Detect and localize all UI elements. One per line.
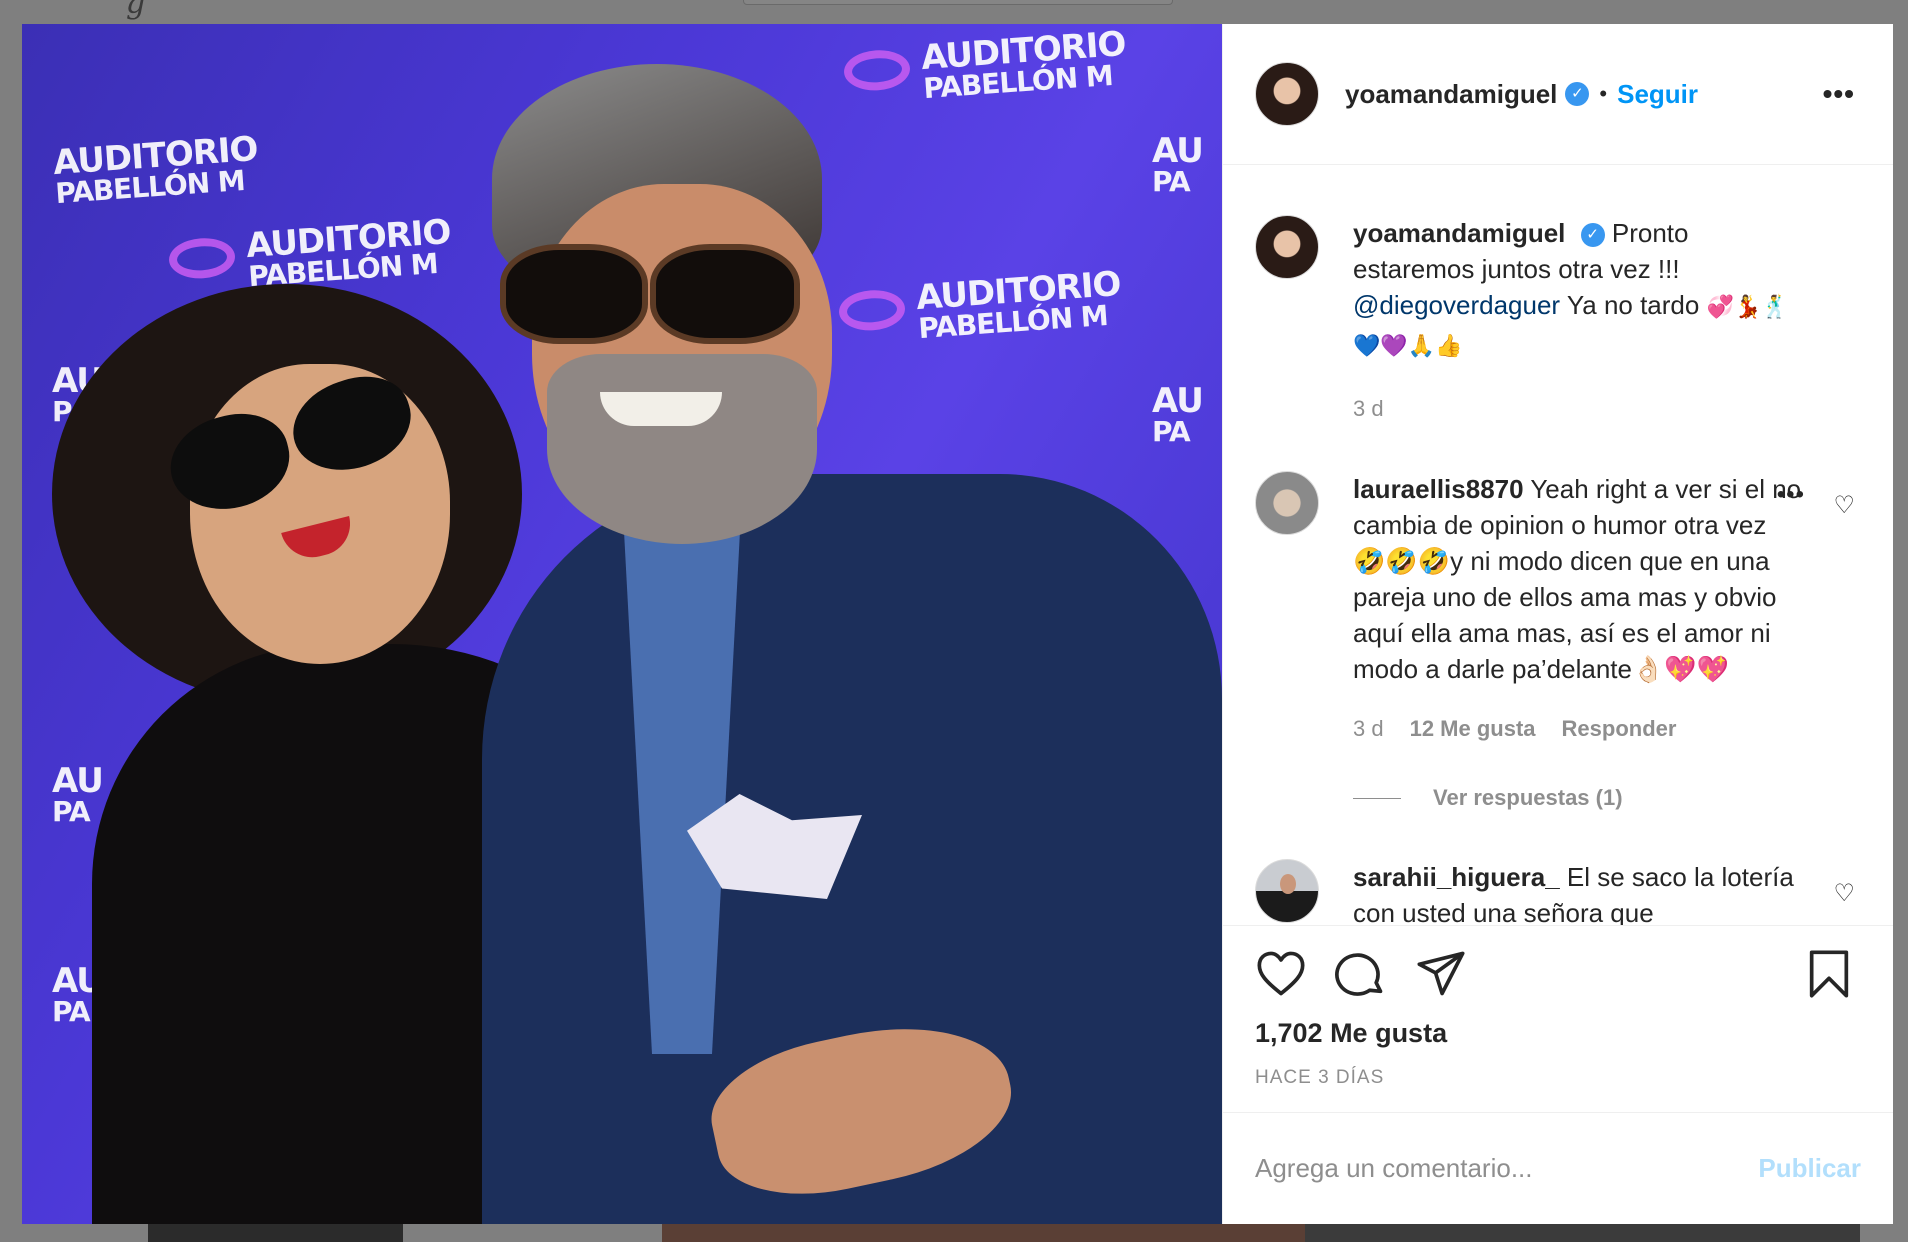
background-thumbnail	[1305, 1224, 1860, 1242]
backdrop-logo: AUDITORIO PABELLÓN M	[837, 264, 1123, 345]
view-replies-button[interactable]: Ver respuestas (1)	[1353, 785, 1855, 811]
post-header: yoamandamiguel ✓ • Seguir •••	[1223, 24, 1893, 165]
background-logo-fragment: g	[126, 0, 146, 21]
verified-badge-icon: ✓	[1580, 223, 1605, 248]
comment-likes[interactable]: 12 Me gusta	[1410, 711, 1536, 747]
backdrop-logo: AUDITORIO PABELLÓN M	[167, 212, 453, 293]
comment-bubble-icon[interactable]	[1335, 948, 1387, 1000]
comment-age[interactable]: 3 d	[1353, 711, 1384, 747]
backdrop-logo: AUDITORIO PABELLÓN M	[842, 24, 1128, 105]
post-side-panel: yoamandamiguel ✓ • Seguir ••• yoamandami…	[1222, 24, 1893, 1224]
backdrop-logo: AUPA	[1152, 381, 1204, 448]
more-options-icon[interactable]: •••	[1823, 78, 1855, 110]
comment-input[interactable]	[1255, 1153, 1759, 1184]
avatar[interactable]	[1255, 471, 1319, 535]
post-actions: 1,702 Me gusta HACE 3 DÍAS	[1223, 926, 1893, 1113]
avatar[interactable]	[1255, 62, 1319, 126]
bookmark-icon[interactable]	[1803, 948, 1855, 1000]
post-photo[interactable]: AUDITORIO PABELLÓN M AUDITORIO PABELLÓN …	[22, 24, 1222, 1224]
view-replies-label: Ver respuestas (1)	[1433, 785, 1623, 810]
comment-item: sarahii_higuera_ El se saco la lotería c…	[1255, 859, 1855, 925]
avatar[interactable]	[1255, 215, 1319, 279]
backdrop-logo: AUPA	[52, 761, 104, 828]
header-username[interactable]: yoamandamiguel	[1345, 79, 1557, 110]
man-beard	[547, 354, 817, 544]
paper-plane-icon[interactable]	[1415, 948, 1467, 1000]
caption-text: Ya no tardo	[1560, 290, 1707, 320]
comment-meta: 3 d 12 Me gusta Responder	[1353, 711, 1805, 747]
comment-username[interactable]: sarahii_higuera_	[1353, 862, 1560, 892]
verified-badge-icon: ✓	[1565, 82, 1590, 106]
publish-button[interactable]: Publicar	[1758, 1153, 1861, 1184]
action-bar	[1255, 946, 1855, 1002]
background-search-bar	[743, 0, 1173, 5]
header-separator: •	[1599, 81, 1608, 106]
likes-count[interactable]: 1,702 Me gusta	[1255, 1018, 1855, 1049]
comments-list[interactable]: yoamandamiguel ✓ Pronto estaremos juntos…	[1223, 165, 1893, 926]
caption-age[interactable]: 3 d	[1353, 391, 1384, 427]
caption: yoamandamiguel ✓ Pronto estaremos juntos…	[1255, 215, 1855, 427]
replies-divider	[1353, 797, 1401, 799]
comment-like-heart-icon[interactable]: ♡	[1833, 879, 1855, 908]
backdrop-logo: AUPA	[1152, 131, 1204, 198]
man-sunglasses	[500, 244, 648, 344]
background-thumbnail	[662, 1224, 1310, 1242]
comment-item: lauraellis8870 Yeah right a ver si el no…	[1255, 471, 1855, 747]
comment-text: Yeah right a ver si el no cambia de opin…	[1353, 474, 1802, 684]
comment-like-heart-icon[interactable]: ♡	[1833, 491, 1855, 520]
comment-more-icon[interactable]: •••	[1777, 481, 1805, 509]
post-timestamp[interactable]: HACE 3 DÍAS	[1255, 1067, 1855, 1089]
post-modal: AUDITORIO PABELLÓN M AUDITORIO PABELLÓN …	[22, 24, 1893, 1224]
reply-button[interactable]: Responder	[1562, 711, 1677, 747]
comment-username[interactable]: lauraellis8870	[1353, 474, 1524, 504]
heart-icon[interactable]	[1255, 948, 1307, 1000]
avatar[interactable]	[1255, 859, 1319, 923]
follow-button[interactable]: Seguir	[1617, 79, 1698, 110]
caption-username[interactable]: yoamandamiguel	[1353, 218, 1565, 248]
mention-link[interactable]: @diegoverdaguer	[1353, 290, 1560, 320]
add-comment-bar: Publicar	[1223, 1113, 1893, 1224]
background-thumbnail	[148, 1224, 403, 1242]
man-smile	[600, 392, 722, 426]
man-sunglasses	[650, 244, 800, 344]
caption-meta: 3 d	[1353, 391, 1805, 427]
backdrop-logo: AUDITORIO PABELLÓN M	[51, 128, 259, 211]
